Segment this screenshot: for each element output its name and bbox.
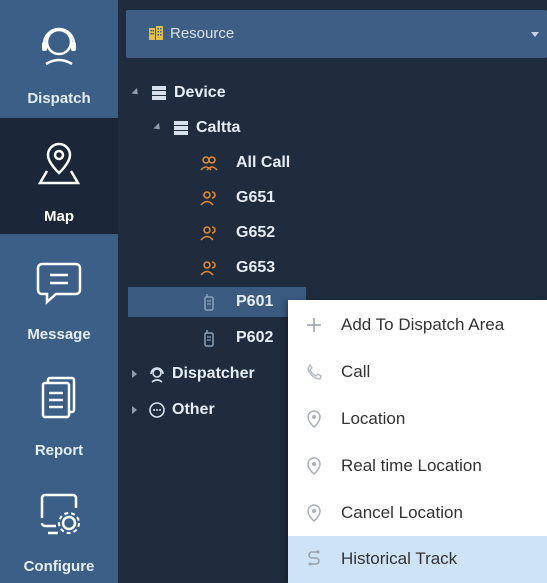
group-icon [200,226,216,241]
tree-node-g653[interactable]: G653 [118,253,547,283]
group-icon [200,261,216,276]
tree-label-other: Other [172,401,215,418]
nav-map[interactable]: Map [0,118,118,234]
nav-label-map: Map [44,208,74,225]
tree-label-device: Device [174,84,226,101]
building-icon [149,26,163,40]
expand-arrow-icon[interactable] [131,87,141,98]
menu-add-to-dispatch-area[interactable]: Add To Dispatch Area [288,302,547,349]
menu-real-time-location[interactable]: Real time Location [288,443,547,490]
nav-label-configure: Configure [23,558,95,575]
tree-node-p601[interactable]: P601 [128,287,306,317]
expand-arrow-icon[interactable] [132,406,137,414]
nav-label-message: Message [27,326,91,343]
message-icon [36,262,82,305]
tree-label-p601: P601 [236,293,274,310]
menu-historical-track[interactable]: Historical Track [288,536,547,583]
expand-arrow-icon[interactable] [132,370,137,378]
tree-label-g652: G652 [236,224,276,241]
tree-node-g652[interactable]: G652 [118,218,547,248]
menu-label: Cancel Location [341,503,463,522]
nav-message[interactable]: Message [0,236,118,352]
nav-configure[interactable]: Configure [0,468,118,583]
menu-label: Real time Location [341,456,482,475]
left-nav: Dispatch Map Message Report Configure [0,0,118,583]
device-folder-icon [174,121,188,135]
dispatcher-icon [150,367,164,383]
group-icon [200,156,218,171]
map-pin-icon [37,142,81,185]
menu-label: Location [341,409,406,428]
location-pin-icon [307,457,321,475]
nav-label-dispatch: Dispatch [27,90,91,107]
tree-node-all-call[interactable]: All Call [118,148,547,178]
location-pin-icon [307,410,321,428]
nav-label-report: Report [34,442,84,459]
menu-location[interactable]: Location [288,396,547,443]
tree-label-all-call: All Call [236,154,291,171]
phone-icon [307,363,322,380]
context-menu: Add To Dispatch Area Call Location Real … [288,300,547,583]
menu-label: Historical Track [341,549,458,568]
tree-label-g653: G653 [236,259,276,276]
menu-label: Add To Dispatch Area [341,315,505,334]
menu-call[interactable]: Call [288,349,547,396]
location-pin-icon [307,504,321,522]
tree-label-dispatcher: Dispatcher [172,365,255,382]
tree-node-g651[interactable]: G651 [118,183,547,213]
radio-device-icon [204,294,214,311]
tree-label-p602: P602 [236,329,274,346]
resource-label: Resource [170,25,235,42]
nav-dispatch[interactable]: Dispatch [0,0,118,116]
group-icon [200,191,216,206]
device-folder-icon [152,86,166,100]
expand-arrow-icon[interactable] [153,122,163,133]
plus-icon [307,318,321,332]
radio-device-icon [204,330,214,347]
tree-node-device[interactable]: Device [118,78,547,108]
resource-dropdown[interactable]: Resource [126,10,547,58]
more-circle-icon [149,402,165,418]
report-icon [41,376,76,419]
headset-icon [42,27,76,66]
configure-icon [40,493,80,535]
tree-label-caltta: Caltta [196,119,241,136]
tree-node-caltta[interactable]: Caltta [118,113,547,143]
menu-label: Call [341,362,371,381]
track-icon [308,550,320,566]
tree-label-g651: G651 [236,189,276,206]
chevron-down-icon[interactable] [531,32,539,37]
menu-cancel-location[interactable]: Cancel Location [288,490,547,537]
nav-report[interactable]: Report [0,352,118,468]
